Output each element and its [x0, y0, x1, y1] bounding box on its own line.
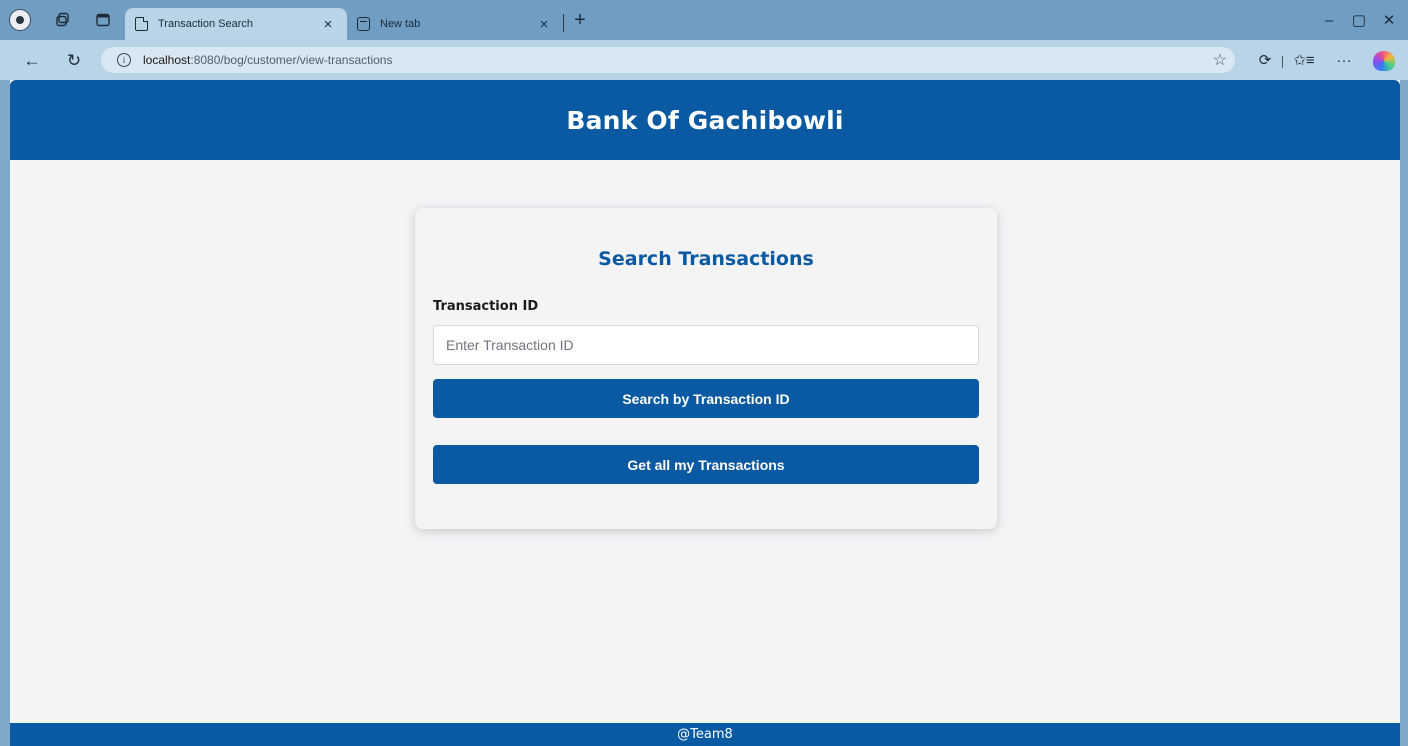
card-title: Search Transactions	[598, 248, 814, 270]
transaction-id-label: Transaction ID	[433, 299, 539, 314]
footer-text: @Team8	[677, 727, 733, 742]
browser-tab-bar: Transaction Search × New tab × + – ▢ ✕	[0, 0, 1408, 40]
avatar-head	[16, 16, 24, 24]
search-by-id-button[interactable]: Search by Transaction ID	[433, 379, 979, 418]
page-viewport: Bank Of Gachibowli Search Transactions T…	[10, 80, 1400, 746]
site-header: Bank Of Gachibowli	[10, 80, 1400, 160]
toolbar-separator	[1282, 56, 1283, 68]
tab-new-tab[interactable]: New tab ×	[347, 8, 563, 40]
url-host: localhost	[143, 53, 191, 67]
new-tab-page-icon	[357, 17, 370, 31]
favorites-bar-icon[interactable]: ✩≡	[1293, 50, 1315, 72]
extensions-icon[interactable]: ⟳	[1254, 50, 1276, 72]
page-icon	[135, 17, 148, 31]
minimize-icon[interactable]: –	[1318, 10, 1340, 32]
browser-toolbar: ← ↻ i localhost:8080/bog/customer/view-t…	[0, 40, 1408, 80]
profile-avatar[interactable]	[9, 9, 31, 31]
search-transactions-card: Search Transactions Transaction ID Searc…	[415, 208, 997, 529]
site-footer: @Team8	[10, 723, 1400, 746]
copilot-icon[interactable]	[1373, 51, 1395, 71]
address-bar[interactable]: i localhost:8080/bog/customer/view-trans…	[101, 47, 1235, 73]
new-tab-button[interactable]: +	[569, 9, 591, 31]
url-path: :8080/bog/customer/view-transactions	[190, 53, 393, 67]
reload-icon[interactable]: ↻	[63, 50, 85, 72]
tab-actions-icon-glyph	[96, 13, 110, 27]
workspaces-icon[interactable]	[52, 9, 74, 31]
tab-title: New tab	[380, 18, 421, 30]
get-all-transactions-button[interactable]: Get all my Transactions	[433, 445, 979, 484]
site-info-icon[interactable]: i	[117, 53, 131, 67]
back-arrow-icon[interactable]: ←	[21, 50, 43, 72]
tab-title: Transaction Search	[158, 18, 253, 30]
close-window-icon[interactable]: ✕	[1378, 10, 1400, 32]
site-title: Bank Of Gachibowli	[566, 105, 844, 135]
tab-close-icon[interactable]: ×	[319, 16, 337, 33]
transaction-id-input[interactable]	[433, 325, 979, 365]
maximize-icon[interactable]: ▢	[1348, 10, 1370, 32]
favorite-star-icon[interactable]: ☆	[1213, 50, 1227, 70]
tab-transaction-search[interactable]: Transaction Search ×	[125, 8, 347, 40]
workspaces-icon-glyph	[56, 12, 69, 27]
url-text[interactable]: localhost:8080/bog/customer/view-transac…	[143, 53, 392, 67]
tab-divider	[563, 14, 564, 32]
tab-actions-icon[interactable]	[92, 9, 114, 31]
tab-close-icon[interactable]: ×	[535, 16, 553, 33]
more-options-icon[interactable]: ···	[1333, 50, 1355, 72]
